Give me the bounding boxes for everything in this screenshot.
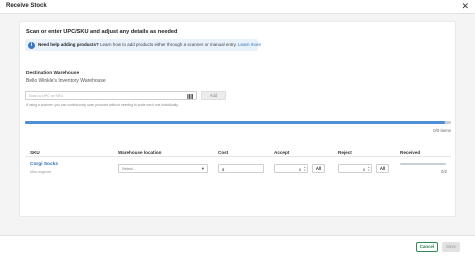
scan-hint: If using a scanner, you can continuously… [26,103,179,107]
col-sku: SKU [30,150,40,155]
barcode-icon[interactable] [187,93,193,99]
table-header: SKU Warehouse location Cost Accept Rejec… [25,148,451,157]
scan-placeholder: Scan a UPC or SKU [29,94,64,98]
scan-input[interactable]: Scan a UPC or SKU [25,91,197,100]
save-button[interactable]: Save [442,242,460,252]
product-name-link[interactable]: Corgi Socks [30,162,58,167]
modal-footer: Cancel Save [0,235,475,258]
reject-value: 0 [362,167,365,172]
info-banner: i Need help adding products? Learn how t… [25,39,261,51]
destination-value: Bello Winkle's Inventory Warehouse [26,78,106,84]
receive-card: Scan or enter UPC/SKU and adjust any det… [19,21,456,217]
receive-stock-modal: Receive Stock ✕ Scan or enter UPC/SKU an… [0,0,475,258]
col-reject: Reject [338,150,352,155]
product-sku: Misc-sogmee [30,170,52,174]
stepper-icon[interactable]: ▴ ▾ [368,166,369,172]
info-body: Learn how to add products either through… [98,42,239,47]
chevron-down-icon: ▾ [201,166,204,171]
table-row: Corgi Socks Misc-sogmee Select... ▾ $ 0 … [25,158,451,178]
warehouse-location-select[interactable]: Select... ▾ [118,164,208,173]
reject-all-button[interactable]: All [376,164,389,173]
received-progress-bar [400,163,446,166]
progress-bar [25,121,451,124]
add-button[interactable]: Add [201,91,226,100]
warehouse-location-value: Select... [122,167,136,171]
col-received: Received [400,150,421,155]
cancel-button[interactable]: Cancel [416,242,438,252]
items-count: 0/0 items [433,128,451,133]
close-icon[interactable]: ✕ [461,1,469,11]
col-warehouse-location: Warehouse location [118,150,162,155]
modal-title: Receive Stock [6,3,47,9]
instructions: Scan or enter UPC/SKU and adjust any det… [26,29,178,35]
accept-value: 0 [298,167,301,172]
progress-fill [25,121,445,124]
cost-value: $ [222,167,225,172]
col-cost: Cost [218,150,229,155]
info-text: Need help adding products? Learn how to … [38,42,261,47]
accept-all-button[interactable]: All [312,164,325,173]
received-count: 0/2 [441,169,447,174]
stepper-icon[interactable]: ▴ ▾ [304,166,305,172]
destination-label: Destination Warehouse [26,71,80,76]
learn-more-link[interactable]: Learn more [238,42,261,47]
info-icon: i [28,41,35,49]
cost-input[interactable]: $ [218,164,264,173]
reject-input[interactable]: 0 ▴ ▾ [338,164,372,173]
accept-input[interactable]: 0 ▴ ▾ [274,164,308,173]
modal-header: Receive Stock ✕ [0,0,475,14]
col-accept: Accept [274,150,290,155]
info-bold: Need help adding products? [38,42,99,47]
